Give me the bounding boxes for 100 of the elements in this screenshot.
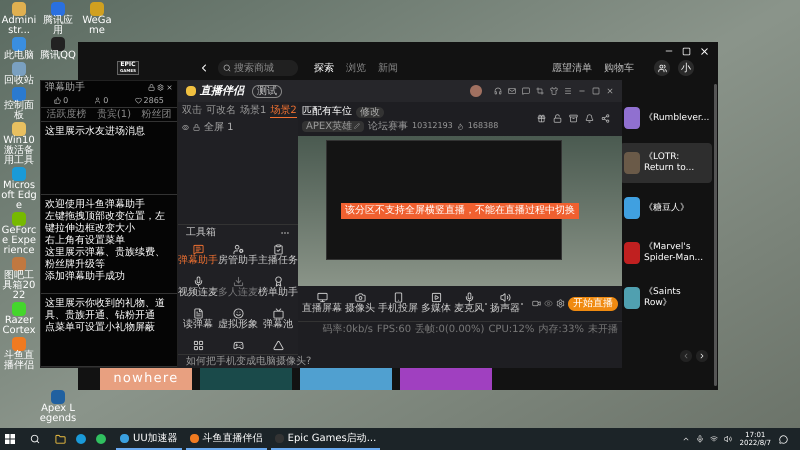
folder-icon[interactable] [55, 434, 66, 444]
status-text: 码率:0kb/s [322, 324, 373, 334]
game-thumbnail [624, 242, 640, 264]
close-icon[interactable] [606, 87, 614, 95]
scene-tab[interactable]: 可改名 [206, 105, 236, 117]
mail-icon[interactable] [508, 87, 516, 95]
network-icon[interactable] [710, 435, 718, 443]
scrollbar[interactable] [714, 84, 717, 386]
app-icon[interactable] [96, 434, 106, 444]
eye-icon[interactable] [544, 299, 553, 308]
share-icon[interactable] [601, 114, 610, 123]
control-button[interactable]: 手机投屏 [378, 292, 418, 315]
visibility-icon[interactable] [182, 124, 189, 130]
game-tile[interactable] [300, 368, 392, 390]
taskbar-app[interactable]: Epic Games启动... [270, 428, 380, 450]
menu-icon[interactable] [564, 87, 572, 95]
browser-icon[interactable] [76, 434, 86, 444]
control-button[interactable]: 直播屏幕 [302, 292, 342, 315]
tool-item[interactable]: 弹幕助手 [178, 244, 218, 272]
tip-link[interactable]: 如何把手机变成电脑摄像头? [186, 356, 312, 367]
headphones-icon[interactable] [494, 87, 502, 95]
heart-icon [134, 97, 142, 104]
settings-icon[interactable] [556, 299, 565, 308]
close-icon[interactable] [699, 46, 710, 56]
nav-link[interactable]: 愿望清单 [552, 60, 592, 76]
taskbar-app[interactable]: UU加速器 [116, 428, 182, 450]
search-icon[interactable] [30, 434, 40, 444]
notification-icon[interactable] [779, 434, 788, 444]
nav-link[interactable]: 购物车 [604, 60, 634, 76]
microphone-icon[interactable] [696, 435, 704, 443]
tool-item[interactable]: 榜单助手 [258, 276, 298, 304]
next-button[interactable] [696, 350, 708, 362]
search-field[interactable]: 搜索商城 [218, 60, 298, 76]
status-text: 丢帧:0(0.00%) [415, 324, 484, 334]
panel-tab[interactable]: 贵宾(1) [96, 107, 132, 122]
desktop-icon-label: 腾讯应用 [42, 16, 74, 36]
lock-icon[interactable] [193, 124, 200, 130]
tool-icon [192, 244, 204, 255]
panel-tab[interactable]: 粉丝团 [142, 107, 172, 122]
lock-icon[interactable] [148, 84, 155, 91]
tool-item[interactable]: 主播任务 [258, 244, 298, 272]
source-item[interactable]: 全屏 1 [204, 120, 234, 134]
bell-icon[interactable] [585, 114, 594, 123]
nav-tab[interactable]: 浏览 [346, 60, 366, 76]
tool-item[interactable]: 读弹幕 [178, 308, 218, 336]
message-text: 右上角有设置菜单 [45, 234, 126, 246]
control-icon [316, 292, 328, 303]
video-icon[interactable] [532, 299, 541, 308]
settings-icon[interactable] [157, 84, 164, 91]
tool-item[interactable]: 虚拟形象 [218, 308, 258, 336]
tool-icon [272, 244, 284, 255]
scene-tab[interactable]: 场景2 [270, 104, 297, 118]
tool-item[interactable]: 房管助手 [218, 244, 258, 272]
volume-icon[interactable] [724, 435, 732, 443]
edit-button[interactable]: 修改 [356, 106, 384, 118]
game-list-item[interactable]: 《Saints Row》 [620, 278, 712, 318]
game-thumbnail [624, 197, 640, 219]
desktop-icon-label: 图吧工具箱2022 [2, 271, 36, 301]
tool-item[interactable]: 弹幕池 [258, 308, 298, 336]
control-button[interactable]: 麦克风 [454, 292, 484, 315]
profile-avatar[interactable]: 小 [678, 60, 694, 76]
tool-item[interactable]: 视频连麦 [178, 276, 218, 304]
control-button[interactable]: 多媒体 [421, 292, 451, 315]
like-icon [54, 97, 62, 104]
message-text: 左键拖拽顶部改变位置，左键拉伸边框改变大小 [45, 210, 166, 234]
nav-tab[interactable]: 新闻 [378, 60, 398, 76]
panel-tab[interactable]: 活跃度榜 [46, 107, 86, 122]
close-icon[interactable] [166, 84, 173, 91]
app-icon[interactable] [51, 37, 65, 51]
scene-tab[interactable]: 双击 [182, 105, 202, 117]
version-badge[interactable]: 测试 [252, 84, 282, 98]
tool-icon [232, 276, 244, 287]
game-tile[interactable] [200, 368, 292, 390]
archive-icon[interactable] [569, 114, 578, 123]
game-tile[interactable] [400, 368, 492, 390]
game-list-item[interactable]: 《Rumblever... [620, 98, 712, 138]
scene-tab[interactable]: 场景1 [240, 105, 266, 117]
edit-icon [354, 123, 360, 129]
game-thumbnail [624, 107, 640, 129]
shirt-icon[interactable] [550, 87, 558, 95]
unlock-icon[interactable] [553, 114, 562, 123]
stat-count: 0 [63, 94, 68, 106]
windows-logo-icon[interactable] [5, 434, 15, 444]
chevron-up-icon[interactable] [682, 435, 690, 443]
game-list-item[interactable]: 《LOTR: Return to... [620, 143, 712, 183]
friends-button[interactable] [654, 60, 670, 76]
nav-tab[interactable]: 探索 [314, 60, 334, 76]
screenshot-icon[interactable] [536, 87, 544, 95]
game-list-item[interactable]: 《Marvel's Spider-Man... [620, 233, 712, 273]
user-avatar[interactable] [470, 85, 482, 97]
taskbar-app[interactable]: 斗鱼直播伴侣 [186, 428, 267, 450]
gift-icon[interactable] [537, 114, 546, 123]
control-button[interactable]: 扬声器 [490, 292, 520, 315]
subcategory-text: 论坛赛事 [368, 120, 408, 132]
category-tag[interactable]: APEX英雄 [302, 120, 364, 132]
desktop-icon-label: 斗鱼直播伴侣 [3, 351, 35, 371]
tool-icon [192, 340, 204, 351]
control-button[interactable]: 摄像头 [345, 292, 375, 315]
game-list-item[interactable]: 《糖豆人》 [620, 188, 712, 228]
message-icon[interactable] [522, 87, 530, 95]
